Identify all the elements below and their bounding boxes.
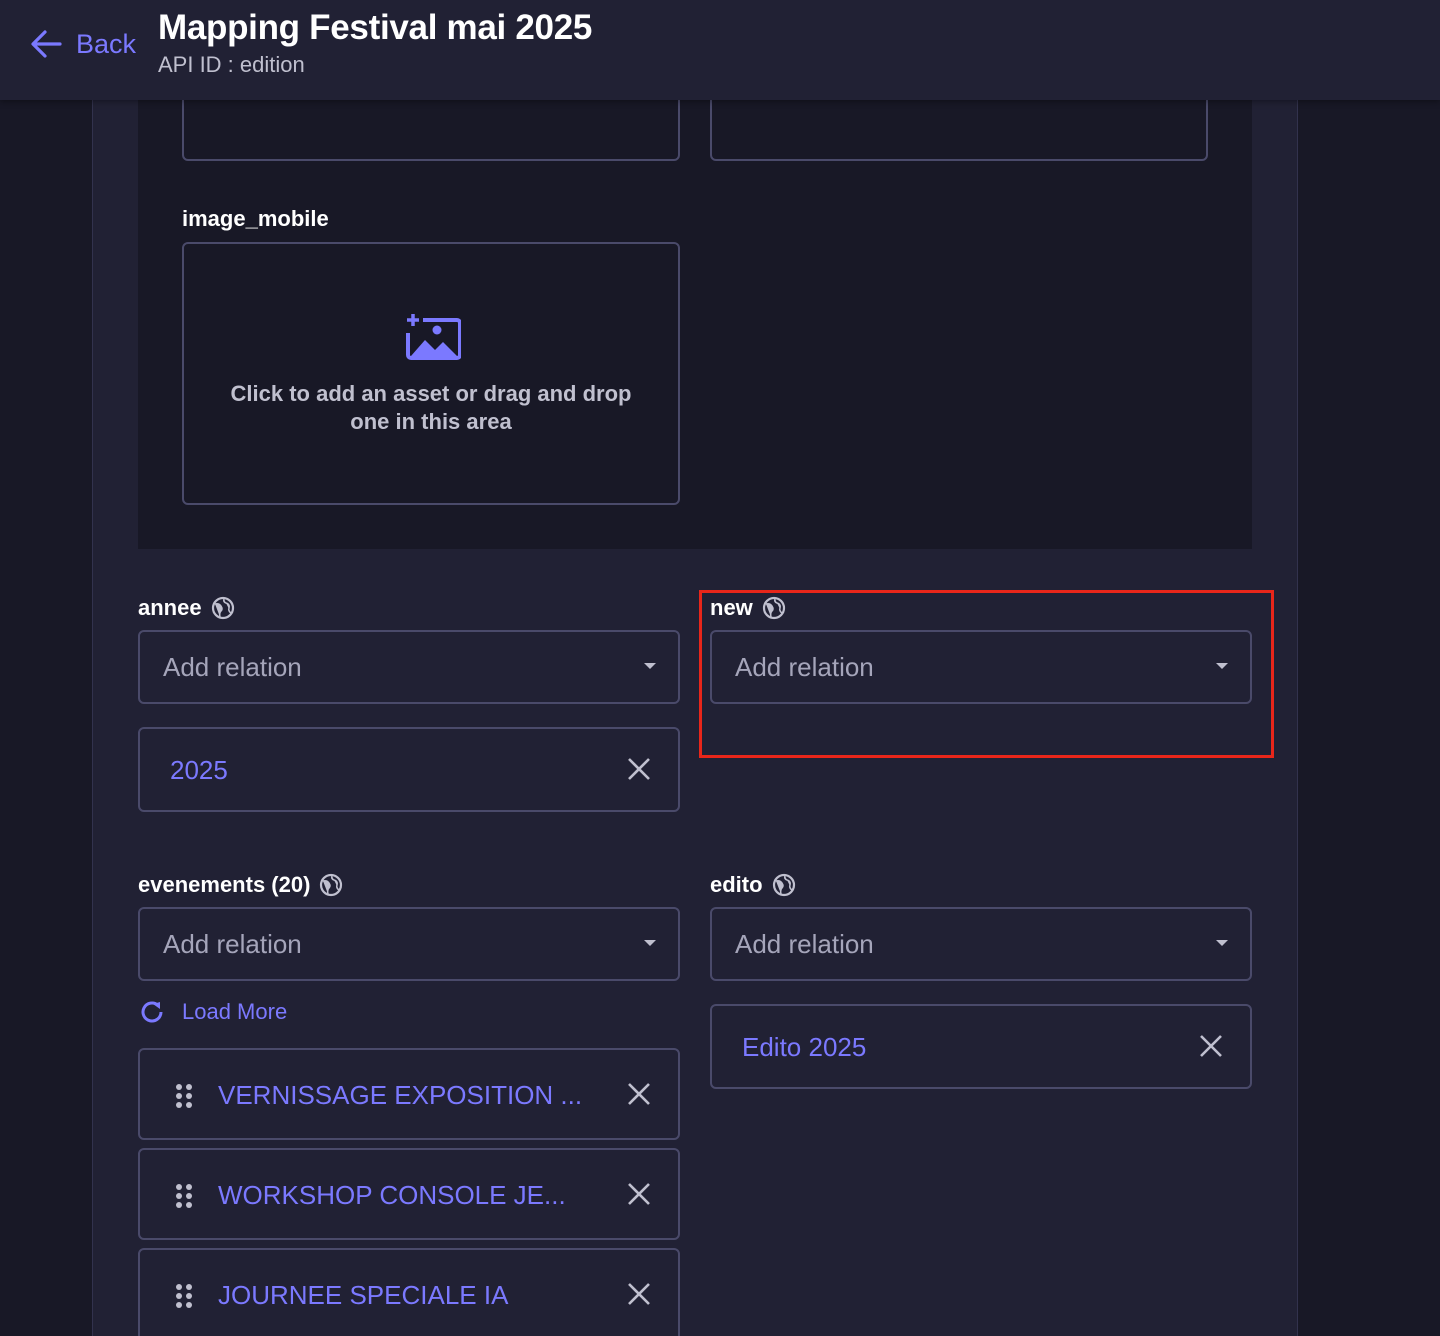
image-mobile-dropzone[interactable]: Click to add an asset or drag and drop o… bbox=[182, 242, 680, 505]
drag-handle-icon[interactable] bbox=[174, 1283, 194, 1309]
arrow-left-icon bbox=[31, 30, 62, 58]
back-link[interactable]: Back bbox=[28, 24, 136, 64]
globe-icon bbox=[211, 596, 234, 620]
close-icon[interactable] bbox=[626, 1081, 652, 1107]
evenements-relation-item: JOURNEE SPECIALE IA bbox=[138, 1248, 680, 1336]
close-icon[interactable] bbox=[626, 1281, 652, 1307]
globe-icon bbox=[772, 873, 795, 897]
new-relation-select[interactable]: Add relation bbox=[710, 630, 1252, 704]
back-label: Back bbox=[76, 28, 137, 59]
caret-down-icon bbox=[1216, 940, 1228, 946]
page-title: Mapping Festival mai 2025 bbox=[158, 8, 593, 47]
drag-handle-icon[interactable] bbox=[174, 1083, 194, 1109]
image-mobile-label-text: image_mobile bbox=[182, 206, 329, 231]
caret-down-icon bbox=[644, 940, 656, 946]
globe-icon bbox=[762, 596, 785, 620]
image-mobile-label: image_mobile bbox=[182, 206, 329, 232]
evenements-select-placeholder: Add relation bbox=[163, 929, 302, 959]
evenements-relation-item: WORKSHOP CONSOLE JE... bbox=[138, 1148, 680, 1240]
annee-relation-select[interactable]: Add relation bbox=[138, 630, 680, 704]
edito-relation-link[interactable]: Edito 2025 bbox=[742, 1032, 866, 1063]
edito-relation-item: Edito 2025 bbox=[710, 1004, 1252, 1089]
new-label: new bbox=[710, 595, 786, 621]
page-header: Back Mapping Festival mai 2025 API ID : … bbox=[0, 0, 1440, 100]
globe-icon bbox=[320, 873, 343, 897]
evenements-relation-link[interactable]: JOURNEE SPECIALE IA bbox=[218, 1280, 508, 1311]
close-icon[interactable] bbox=[626, 756, 652, 782]
edito-label-text: edito bbox=[710, 872, 763, 897]
annee-label: annee bbox=[138, 595, 235, 621]
refresh-icon bbox=[141, 1001, 163, 1023]
evenements-label-text: evenements (20) bbox=[138, 872, 311, 897]
new-select-placeholder: Add relation bbox=[735, 652, 874, 682]
close-icon[interactable] bbox=[1198, 1033, 1224, 1059]
annee-relation-link[interactable]: 2025 bbox=[170, 755, 228, 786]
edito-relation-select[interactable]: Add relation bbox=[710, 907, 1252, 981]
page-subtitle: API ID : edition bbox=[158, 52, 305, 77]
evenements-relation-select[interactable]: Add relation bbox=[138, 907, 680, 981]
evenements-relation-link[interactable]: VERNISSAGE EXPOSITION ... bbox=[218, 1080, 582, 1111]
image-plus-icon bbox=[406, 314, 461, 360]
edito-select-placeholder: Add relation bbox=[735, 929, 874, 959]
evenements-relation-item: VERNISSAGE EXPOSITION ... bbox=[138, 1048, 680, 1140]
load-more-label: Load More bbox=[182, 999, 288, 1024]
dropzone-text: Click to add an asset or drag and drop o… bbox=[230, 381, 632, 434]
annee-relation-item: 2025 bbox=[138, 727, 680, 812]
close-icon[interactable] bbox=[626, 1181, 652, 1207]
evenements-label: evenements (20) bbox=[138, 872, 343, 898]
drag-handle-icon[interactable] bbox=[174, 1183, 194, 1209]
annee-label-text: annee bbox=[138, 595, 202, 620]
edito-label: edito bbox=[710, 872, 796, 898]
caret-down-icon bbox=[644, 663, 656, 669]
load-more-button[interactable]: Load More bbox=[138, 996, 287, 1028]
evenements-relation-link[interactable]: WORKSHOP CONSOLE JE... bbox=[218, 1180, 566, 1211]
new-label-text: new bbox=[710, 595, 753, 620]
annee-select-placeholder: Add relation bbox=[163, 652, 302, 682]
caret-down-icon bbox=[1216, 663, 1228, 669]
